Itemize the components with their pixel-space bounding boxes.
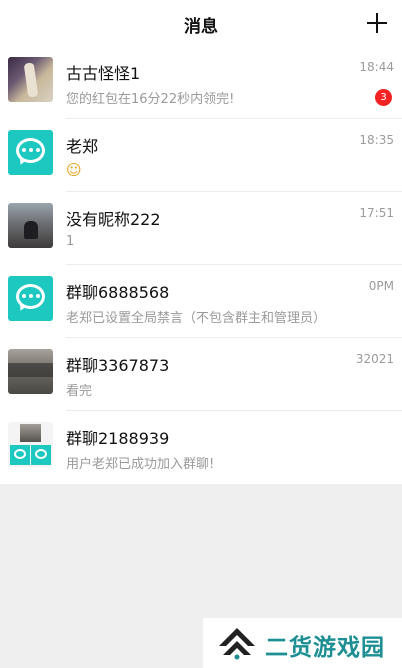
avatar (8, 203, 53, 248)
page-title: 消息 (184, 17, 218, 37)
avatar (8, 57, 53, 102)
conversation-list: 古古怪怪1 您的红包在16分22秒内领完! 18:44 3 老郑 ☺ 18:35… (0, 46, 402, 484)
unread-badge: 3 (375, 89, 392, 106)
conversation-time: 18:44 (359, 60, 394, 74)
conversation-preview: 1 (66, 234, 75, 249)
conversation-time: 0PM (368, 279, 394, 293)
conversation-name: 群聊3367873 (66, 356, 170, 375)
watermark-text: 二货游戏园 (265, 635, 385, 661)
conversation-preview: 看完 (66, 384, 93, 399)
conversation-preview: 您的红包在16分22秒内领完! (66, 92, 235, 107)
conversation-name: 古古怪怪1 (66, 64, 141, 83)
conversation-name: 群聊6888568 (66, 283, 170, 302)
group-avatar (8, 422, 53, 467)
conversation-time: 17:51 (359, 206, 394, 220)
conversation-preview: 老郑已设置全局禁言（不包含群主和管理员） (66, 311, 327, 326)
chat-bubble-icon (8, 276, 53, 321)
conversation-preview: ☺ (66, 161, 82, 179)
conversation-preview: 用户老郑已成功加入群聊! (66, 457, 215, 472)
conversation-row[interactable]: 没有昵称222 1 17:51 (0, 192, 402, 265)
conversation-name: 群聊2188939 (66, 429, 170, 448)
conversation-name: 老郑 (66, 137, 99, 156)
chat-bubble-icon (8, 130, 53, 175)
top-bar: 消息 (0, 0, 402, 46)
conversation-time: 18:35 (359, 133, 394, 147)
conversation-row[interactable]: 群聊2188939 用户老郑已成功加入群聊! (0, 411, 402, 484)
conversation-row[interactable]: 古古怪怪1 您的红包在16分22秒内领完! 18:44 3 (0, 46, 402, 119)
watermark: 二货游戏园 (203, 618, 402, 668)
avatar (8, 349, 53, 394)
conversation-time: 32021 (355, 352, 394, 366)
avatar (8, 276, 53, 321)
add-icon[interactable] (364, 10, 390, 36)
logo-icon (219, 628, 255, 660)
messages-screen: 消息 古古怪怪1 您的红包在16分22秒内领完! 18:44 3 老郑 ☺ 18… (0, 0, 402, 668)
avatar (8, 130, 53, 175)
conversation-name: 没有昵称222 (66, 210, 161, 229)
conversation-row[interactable]: 群聊6888568 老郑已设置全局禁言（不包含群主和管理员） 0PM (0, 265, 402, 338)
conversation-row[interactable]: 群聊3367873 看完 32021 (0, 338, 402, 411)
conversation-row[interactable]: 老郑 ☺ 18:35 (0, 119, 402, 192)
